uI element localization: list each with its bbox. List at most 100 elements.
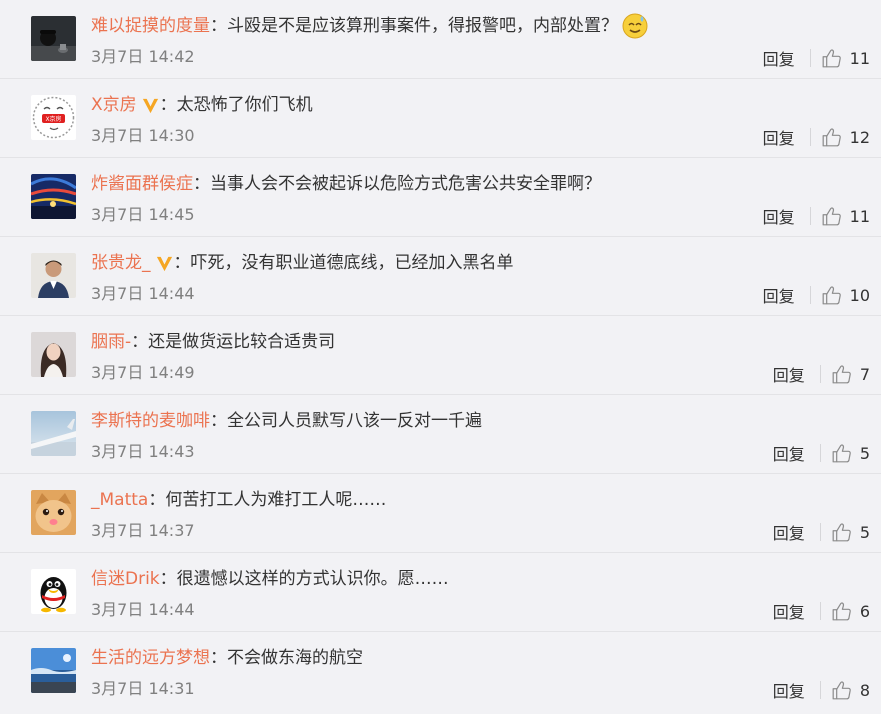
- like-count: 10: [849, 285, 870, 305]
- reply-button[interactable]: 回复: [763, 283, 795, 307]
- like-button[interactable]: 10: [821, 285, 870, 306]
- like-button[interactable]: 11: [821, 48, 870, 69]
- comment-item: 李斯特的麦咖啡 ：全公司人员默写八该一反对一千遍 3月7日 14:43 回复 5: [0, 395, 881, 474]
- like-count: 5: [859, 443, 870, 463]
- comment-actions: 回复 7: [773, 362, 870, 386]
- comment-item: 张贵龙_ ：吓死，没有职业道德底线，已经加入黑名单 3月7日 14:44 回复 10: [0, 237, 881, 316]
- username-link[interactable]: 李斯特的麦咖啡: [91, 409, 210, 433]
- user-avatar[interactable]: X京房: [31, 95, 76, 140]
- comment-line: _Matta ：何苦打工人为难打工人呢……: [91, 488, 386, 512]
- comment-timestamp: 3月7日 14:44: [91, 600, 195, 619]
- comment-item: 胭雨- ：还是做货运比较合适贵司 3月7日 14:49 回复 7: [0, 316, 881, 395]
- username-link[interactable]: 生活的远方梦想: [91, 646, 210, 670]
- comment-text: ：不会做东海的航空: [210, 648, 363, 668]
- comment-timestamp: 3月7日 14:45: [91, 205, 195, 224]
- comment-text: ：吓死，没有职业道德底线，已经加入黑名单: [173, 253, 514, 273]
- username-link[interactable]: 炸酱面群侯症: [91, 172, 193, 196]
- comment-text: ：还是做货运比较合适贵司: [131, 332, 336, 352]
- comment-timestamp: 3月7日 14:31: [91, 679, 195, 698]
- like-button[interactable]: 7: [831, 364, 870, 385]
- user-avatar[interactable]: [31, 490, 76, 535]
- thumbs-up-icon: [821, 206, 842, 227]
- user-avatar[interactable]: [31, 332, 76, 377]
- user-avatar[interactable]: [31, 16, 76, 61]
- reply-button[interactable]: 回复: [773, 362, 805, 386]
- comment-line: 信迷Drik ：很遗憾以这样的方式认识你。愿……: [91, 567, 449, 591]
- user-avatar[interactable]: [31, 174, 76, 219]
- like-button[interactable]: 8: [831, 680, 870, 701]
- thumbs-up-icon: [831, 522, 852, 543]
- comment-actions: 回复 11: [763, 46, 870, 70]
- comment-actions: 回复 5: [773, 520, 870, 544]
- comment-text: ：太恐怖了你们飞机: [159, 95, 313, 115]
- user-avatar[interactable]: [31, 569, 76, 614]
- username-link[interactable]: 胭雨-: [91, 330, 131, 354]
- reply-button[interactable]: 回复: [773, 520, 805, 544]
- verified-badge-icon: [141, 96, 160, 115]
- comment-line: 胭雨- ：还是做货运比较合适贵司: [91, 330, 335, 354]
- action-divider: [819, 681, 821, 699]
- comment-text: ：全公司人员默写八该一反对一千遍: [210, 411, 482, 431]
- username-link[interactable]: _Matta: [91, 488, 148, 512]
- comment-item: 信迷Drik ：很遗憾以这样的方式认识你。愿…… 3月7日 14:44 回复 6: [0, 553, 881, 632]
- like-count: 11: [849, 206, 870, 226]
- user-avatar[interactable]: [31, 253, 76, 298]
- user-avatar[interactable]: [31, 411, 76, 456]
- comment-actions: 回复 5: [773, 441, 870, 465]
- comment-line: X京房 ：太恐怖了你们飞机: [91, 93, 313, 117]
- username-link[interactable]: X京房: [91, 93, 137, 117]
- comment-item: 炸酱面群侯症 ：当事人会不会被起诉以危险方式危害公共安全罪啊？ 3月7日 14:45…: [0, 158, 881, 237]
- like-count: 6: [859, 601, 870, 621]
- comment-actions: 回复 11: [763, 204, 870, 228]
- comment-item: X京房 X京房 ：太恐怖了你们飞机 3月7日 14:30 回复 12: [0, 79, 881, 158]
- comment-timestamp: 3月7日 14:49: [91, 363, 195, 382]
- reply-button[interactable]: 回复: [763, 125, 795, 149]
- comment-line: 生活的远方梦想 ：不会做东海的航空: [91, 646, 363, 670]
- comment-actions: 回复 8: [773, 678, 870, 702]
- like-button[interactable]: 5: [831, 522, 870, 543]
- comment-timestamp: 3月7日 14:44: [91, 284, 195, 303]
- verified-badge-icon: [155, 254, 174, 273]
- comment-line: 炸酱面群侯症 ：当事人会不会被起诉以危险方式危害公共安全罪啊？: [91, 172, 601, 196]
- username-link[interactable]: 难以捉摸的度量: [91, 14, 210, 38]
- like-count: 5: [859, 522, 870, 542]
- like-button[interactable]: 5: [831, 443, 870, 464]
- comment-text: ：当事人会不会被起诉以危险方式危害公共安全罪啊？: [193, 174, 601, 194]
- thumbs-up-icon: [821, 127, 842, 148]
- username-link[interactable]: 张贵龙_: [91, 251, 151, 275]
- like-count: 8: [859, 680, 870, 700]
- comment-actions: 回复 12: [763, 125, 870, 149]
- thumbs-up-icon: [831, 443, 852, 464]
- thumbs-up-icon: [821, 48, 842, 69]
- action-divider: [819, 523, 821, 541]
- action-divider: [809, 286, 811, 304]
- reply-button[interactable]: 回复: [773, 678, 805, 702]
- action-divider: [809, 49, 811, 67]
- comment-line: 张贵龙_ ：吓死，没有职业道德底线，已经加入黑名单: [91, 251, 514, 275]
- comment-text: ：很遗憾以这样的方式认识你。愿……: [159, 569, 449, 589]
- like-button[interactable]: 12: [821, 127, 870, 148]
- thumbs-up-icon: [831, 601, 852, 622]
- like-count: 7: [859, 364, 870, 384]
- username-link[interactable]: 信迷Drik: [91, 567, 160, 591]
- comment-item: 生活的远方梦想 ：不会做东海的航空 3月7日 14:31 回复 8: [0, 632, 881, 711]
- reply-button[interactable]: 回复: [773, 441, 805, 465]
- like-button[interactable]: 6: [831, 601, 870, 622]
- comment-line: 李斯特的麦咖啡 ：全公司人员默写八该一反对一千遍: [91, 409, 482, 433]
- comment-timestamp: 3月7日 14:43: [91, 442, 195, 461]
- action-divider: [819, 602, 821, 620]
- sweat-smile-emoji-icon: [622, 13, 648, 39]
- comment-line: 难以捉摸的度量 ：斗殴是不是应该算刑事案件，得报警吧，内部处置？: [91, 13, 648, 39]
- action-divider: [809, 128, 811, 146]
- reply-button[interactable]: 回复: [773, 599, 805, 623]
- comment-text: ：何苦打工人为难打工人呢……: [148, 490, 387, 510]
- comment-list: 难以捉摸的度量 ：斗殴是不是应该算刑事案件，得报警吧，内部处置？ 3月7日 14:4…: [0, 0, 881, 714]
- avatar-text: X京房: [45, 115, 61, 123]
- like-button[interactable]: 11: [821, 206, 870, 227]
- comment-timestamp: 3月7日 14:37: [91, 521, 195, 540]
- reply-button[interactable]: 回复: [763, 204, 795, 228]
- user-avatar[interactable]: [31, 648, 76, 693]
- comment-actions: 回复 10: [763, 283, 870, 307]
- comment-actions: 回复 6: [773, 599, 870, 623]
- reply-button[interactable]: 回复: [763, 46, 795, 70]
